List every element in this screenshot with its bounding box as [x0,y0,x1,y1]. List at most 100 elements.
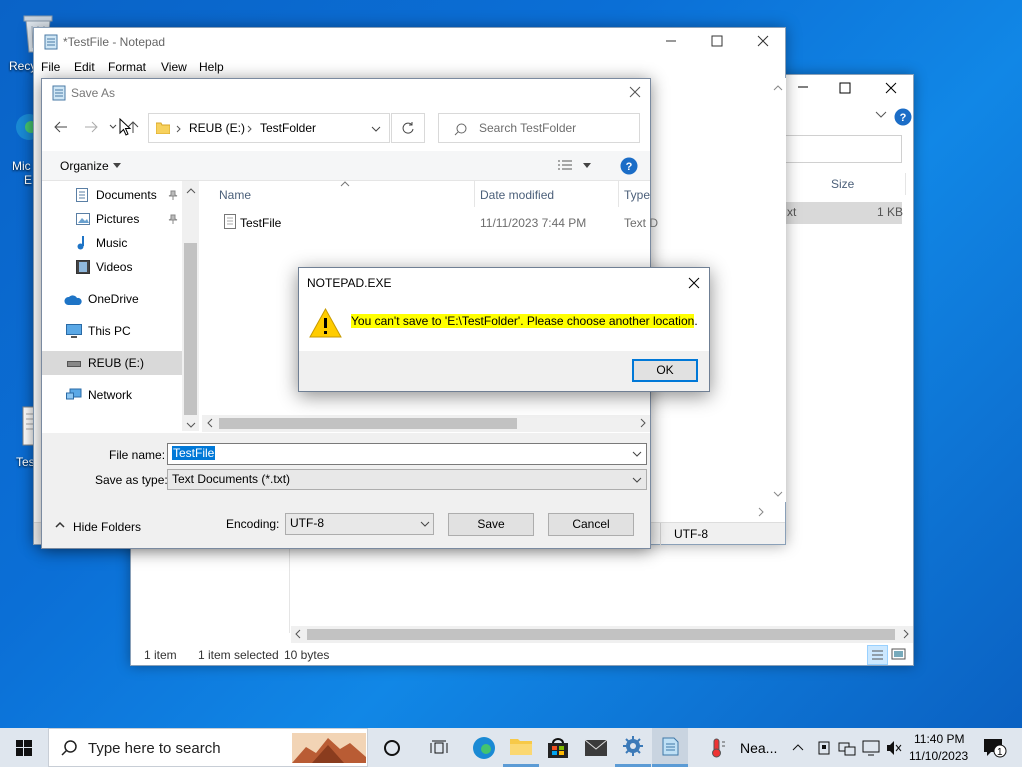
cancel-button[interactable]: Cancel [548,513,634,536]
nav-this-pc[interactable]: This PC [42,319,182,343]
view-options-icon[interactable] [557,159,573,171]
column-header-date[interactable]: Date modified [480,188,554,202]
usb-icon[interactable] [817,740,831,756]
file-name-dropdown-icon[interactable] [632,451,642,458]
notepad-close-button[interactable] [757,35,769,47]
column-headers: Name Date modified Type [202,181,650,207]
notepad-hscroll-right-arrow[interactable] [757,507,765,517]
nav-reub-drive[interactable]: REUB (E:) [42,351,182,375]
breadcrumb-drive[interactable]: REUB (E:) [189,121,245,135]
file-name-field[interactable]: TestFile [167,443,647,465]
menu-help[interactable]: Help [199,60,224,74]
nav-network[interactable]: Network [42,383,182,407]
refresh-button[interactable] [391,113,425,143]
clock-time[interactable]: 11:40 PM [914,732,964,746]
scroll-up-arrow[interactable] [186,187,196,195]
recent-locations-button[interactable] [109,124,117,130]
file-list-hscrollbar[interactable] [202,415,650,432]
volume-icon[interactable] [862,740,880,756]
view-dropdown-icon[interactable] [583,163,591,169]
scrollbar-thumb[interactable] [184,243,197,415]
column-header-size[interactable]: Size [831,177,854,191]
ok-button[interactable]: OK [632,359,698,382]
horizontal-scrollbar[interactable] [291,626,913,643]
scroll-right-arrow[interactable] [639,418,647,428]
column-header-type[interactable]: Type [624,188,650,202]
hide-folders-chevron-icon[interactable] [55,521,65,528]
nav-pane-scrollbar[interactable] [182,181,199,431]
search-box[interactable]: Search TestFolder [438,113,640,143]
table-row[interactable]: xt 1 KB [785,202,903,224]
scroll-down-arrow[interactable] [186,421,196,429]
file-explorer-taskbar-icon[interactable] [503,728,539,767]
column-header-name[interactable]: Name [219,188,251,202]
back-button[interactable] [54,121,68,133]
timeline-icon[interactable] [421,728,457,767]
forward-button[interactable] [84,121,98,133]
menu-view[interactable]: View [161,60,187,74]
explorer-maximize-button[interactable] [839,82,851,94]
address-bar[interactable]: REUB (E:) TestFolder [148,113,390,143]
scroll-left-arrow[interactable] [206,418,214,428]
notification-center-icon[interactable] [983,738,1007,758]
notepad-minimize-button[interactable] [665,35,677,47]
alert-close-button[interactable] [688,277,700,289]
nav-music[interactable]: Music [42,231,182,255]
notepad-maximize-button[interactable] [711,35,723,47]
menu-format[interactable]: Format [108,60,146,74]
edge-taskbar-icon[interactable] [466,728,502,767]
breadcrumb-folder[interactable]: TestFolder [260,121,316,135]
nav-documents[interactable]: Documents [42,183,182,207]
clock-date[interactable]: 11/10/2023 [909,749,968,763]
help-icon[interactable]: ? [894,108,912,126]
scroll-right-arrow[interactable] [902,629,910,639]
scroll-up-arrow[interactable] [773,84,783,92]
task-view-icon[interactable] [374,728,410,767]
weather-text[interactable]: Nea... [740,740,777,756]
save-type-select[interactable]: Text Documents (*.txt) [167,469,647,490]
explorer-minimize-button[interactable] [795,79,811,95]
nav-pictures[interactable]: Pictures [42,207,182,231]
weather-icon[interactable] [708,738,726,758]
network-status-icon[interactable] [838,740,856,756]
taskbar-search-box[interactable]: Type here to search [48,728,368,767]
file-type-cell: Text D [624,216,659,230]
app-gear-icon[interactable] [615,728,651,767]
chevron-down-icon[interactable] [875,111,887,119]
notepad-vertical-scrollbar[interactable] [769,78,786,502]
scrollbar-thumb[interactable] [307,629,895,640]
text-file-desktop-label: Tes [16,455,35,469]
pin-icon[interactable] [168,214,178,224]
organize-dropdown-icon[interactable] [113,163,121,169]
nav-onedrive[interactable]: OneDrive [42,287,182,311]
scrollbar-thumb[interactable] [219,418,517,429]
mail-icon[interactable] [578,728,614,767]
large-icons-view-button[interactable] [891,647,907,661]
details-view-button[interactable] [867,645,888,665]
drive-icon [67,361,81,367]
speaker-icon[interactable] [886,740,902,756]
save-as-close-button[interactable] [629,86,641,98]
help-icon[interactable]: ? [620,157,638,175]
pin-icon[interactable] [168,190,178,200]
store-icon[interactable] [540,728,576,767]
start-button[interactable] [0,728,48,767]
save-button[interactable]: Save [448,513,534,536]
encoding-dropdown-icon[interactable] [420,521,430,528]
explorer-search-box[interactable] [785,135,902,163]
save-type-dropdown-icon[interactable] [632,477,642,484]
encoding-label: Encoding: [226,517,280,531]
nav-videos[interactable]: Videos [42,255,182,279]
hide-folders-button[interactable]: Hide Folders [73,520,141,534]
organize-button[interactable]: Organize [60,159,109,173]
notepad-taskbar-icon[interactable] [652,728,688,767]
scroll-down-arrow[interactable] [773,490,783,498]
scroll-left-arrow[interactable] [294,629,302,639]
explorer-close-button[interactable] [885,82,897,94]
menu-file[interactable]: File [41,60,60,74]
encoding-select[interactable]: UTF-8 [285,513,434,535]
menu-edit[interactable]: Edit [74,60,95,74]
show-hidden-icons-chevron[interactable] [792,743,804,751]
table-row[interactable]: TestFile 11/11/2023 7:44 PM Text D [202,211,658,233]
address-dropdown-icon[interactable] [371,126,381,133]
